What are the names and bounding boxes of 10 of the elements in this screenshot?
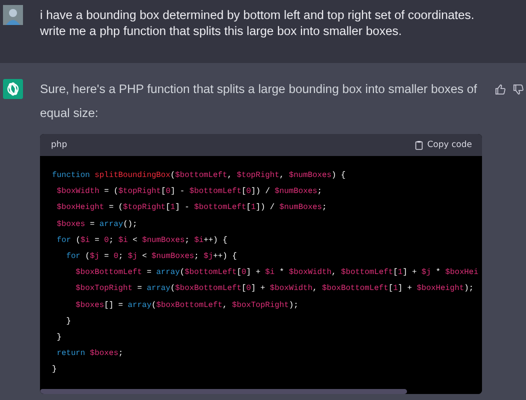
logo-icon	[3, 79, 23, 99]
code-language: php	[51, 140, 68, 150]
scrollbar-thumb[interactable]	[40, 388, 407, 394]
thumbs-down-icon[interactable]	[513, 84, 524, 95]
avatar-icon	[3, 5, 23, 25]
user-message: i have a bounding box determined by bottom left and top right set of coordinates. write me a php function that splits this large box into smaller boxes.	[40, 8, 476, 39]
assistant-message: Sure, here's a PHP function that splits a large bounding box into smaller boxes of equal size:	[40, 81, 478, 122]
thumbs-up-icon[interactable]	[495, 84, 506, 95]
copy-code-button[interactable]: Copy code	[415, 140, 472, 150]
clipboard-icon	[415, 140, 424, 150]
